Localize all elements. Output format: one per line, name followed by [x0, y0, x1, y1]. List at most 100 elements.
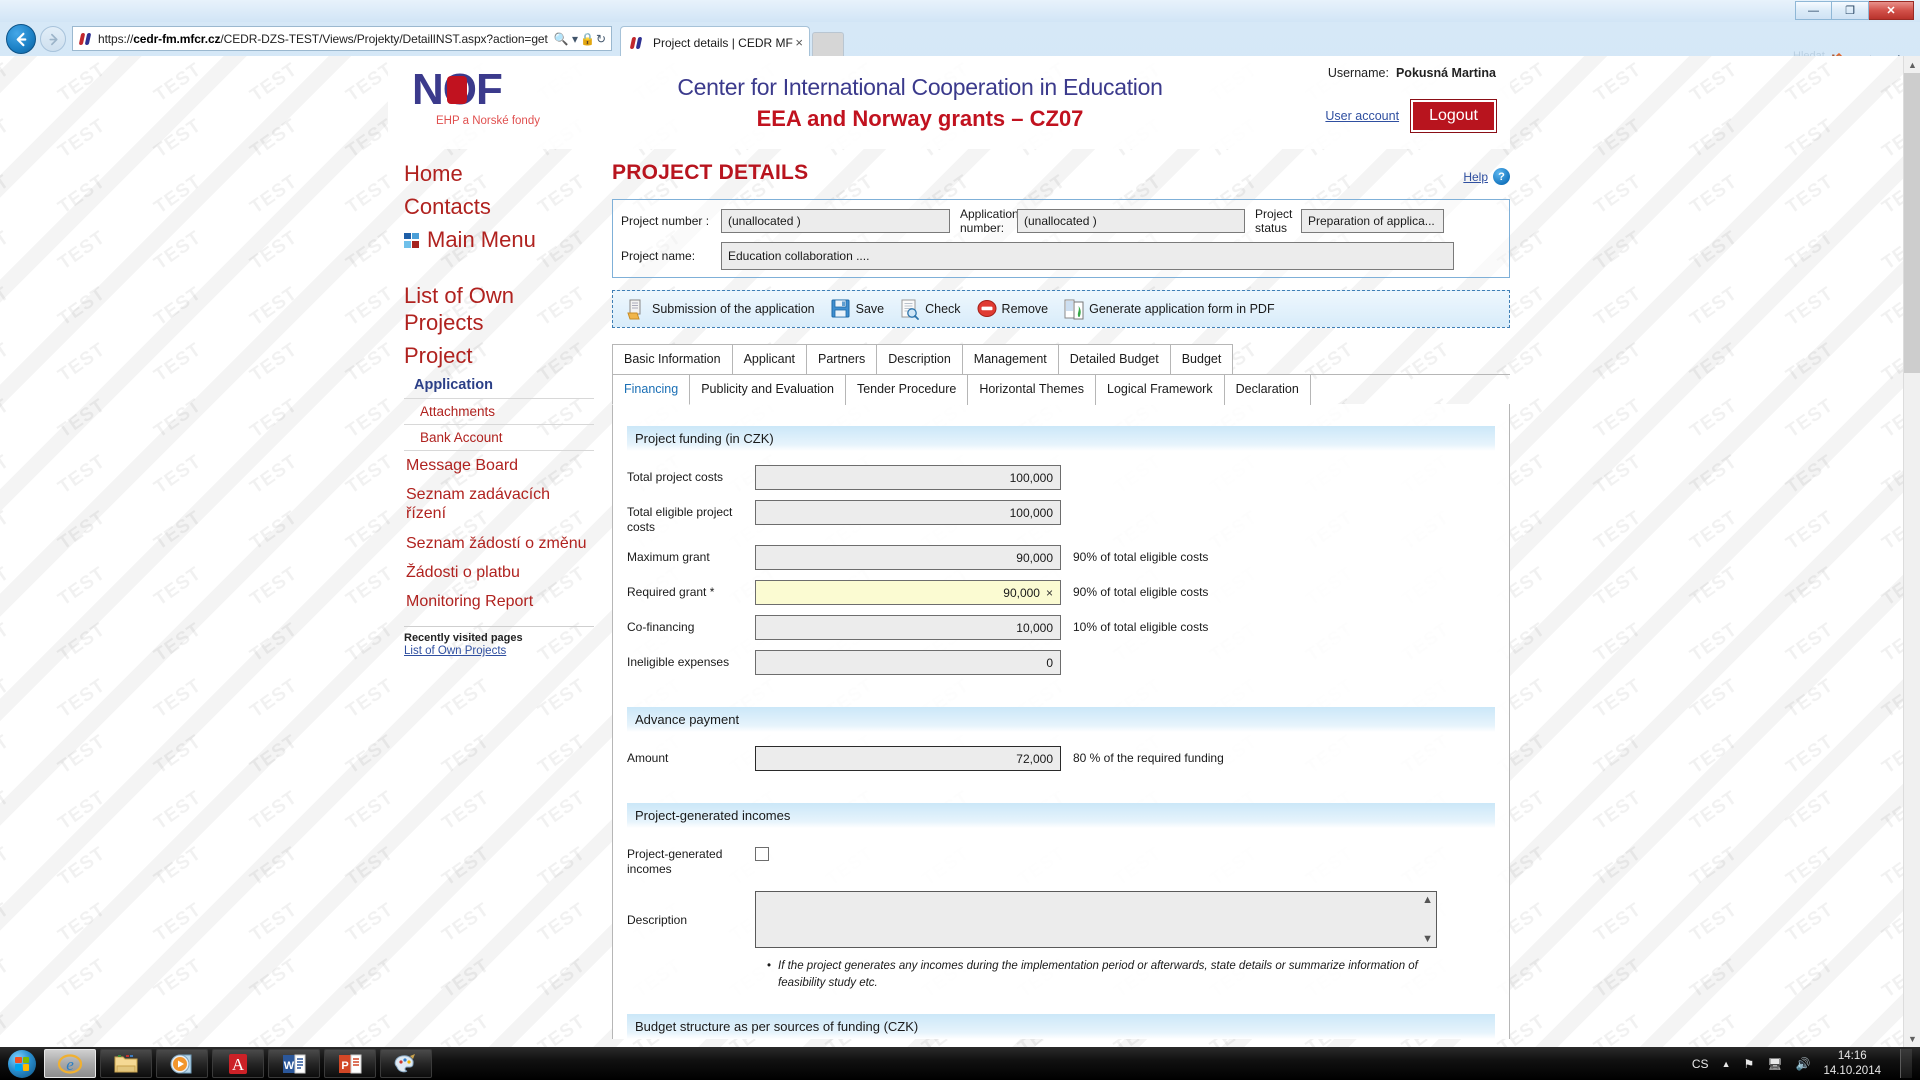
remove-button[interactable]: Remove [971, 297, 1055, 322]
nav-item-seznam-zadavacich-rizeni[interactable]: Seznam zadávacích řízení [404, 480, 594, 528]
logout-button[interactable]: Logout [1411, 100, 1496, 132]
chevron-down-icon[interactable]: ▾ [570, 32, 580, 46]
help-icon[interactable]: ? [1493, 168, 1510, 185]
nav-item-main-menu[interactable]: Main Menu [404, 227, 594, 254]
tab-basic-information[interactable]: Basic Information [612, 344, 733, 375]
taskbar-media-player[interactable] [156, 1049, 208, 1078]
internet-explorer-icon: e [57, 1053, 83, 1074]
scrollbar-thumb[interactable] [1904, 73, 1920, 373]
required-grant-input[interactable]: 90,000 × [755, 580, 1061, 606]
co-financing-input[interactable]: 10,000 [755, 615, 1061, 641]
taskbar-microsoft-powerpoint[interactable]: P [324, 1049, 376, 1078]
tab-budget[interactable]: Budget [1169, 344, 1234, 375]
tab-management[interactable]: Management [961, 344, 1059, 375]
taskbar-file-explorer[interactable] [100, 1049, 152, 1078]
tab-tender-procedure[interactable]: Tender Procedure [844, 374, 969, 406]
show-desktop-button[interactable] [1900, 1049, 1912, 1078]
taskbar-microsoft-word[interactable]: W [268, 1049, 320, 1078]
advance-amount-input[interactable]: 72,000 [755, 746, 1061, 772]
tab-row-2: Financing Publicity and Evaluation Tende… [612, 374, 1510, 406]
taskbar-paint[interactable] [380, 1049, 432, 1078]
nav-item-seznam-zadosti-o-zmenu[interactable]: Seznam žádostí o změnu [404, 529, 594, 558]
divider [404, 626, 594, 628]
taskbar-adobe-reader[interactable]: A [212, 1049, 264, 1078]
required-grant-label: Required grant * [627, 585, 715, 600]
network-icon[interactable]: 🖥 [1767, 1057, 1782, 1071]
ineligible-expenses-input[interactable]: 0 [755, 650, 1061, 676]
restore-button[interactable]: ❐ [1832, 1, 1869, 20]
description-textarea[interactable]: ▲ ▼ [755, 891, 1437, 949]
section-project-funding-heading: Project funding (in CZK) [627, 426, 1495, 452]
nav-item-zadosti-o-platbu[interactable]: Žádosti o platbu [404, 558, 594, 587]
close-button[interactable]: ✕ [1869, 1, 1914, 20]
start-button[interactable] [4, 1049, 40, 1079]
recently-visited-link[interactable]: List of Own Projects [404, 645, 594, 657]
main-content: PROJECT DETAILS Help ? Project number : … [612, 161, 1510, 1039]
project-number-field[interactable]: (unallocated ) [721, 209, 950, 234]
forward-button[interactable] [40, 26, 66, 52]
generate-pdf-label: Generate application form in PDF [1089, 302, 1275, 317]
project-generated-incomes-checkbox[interactable] [755, 847, 769, 862]
address-bar[interactable]: https://cedr-fm.mfcr.cz/CEDR-DZS-TEST/Vi… [72, 26, 612, 51]
browser-tab[interactable]: Project details | CEDR MF - ... × [620, 26, 810, 58]
project-name-field[interactable]: Education collaboration .... [721, 242, 1454, 271]
total-project-costs-input[interactable]: 100,000 [755, 465, 1061, 491]
scroll-down-arrow-icon[interactable]: ▼ [1904, 1030, 1920, 1047]
field-row-advance-amount: Amount 72,000 80 % of the required fundi… [627, 746, 1495, 772]
clock[interactable]: 14:16 14.10.2014 [1823, 1049, 1881, 1078]
language-indicator[interactable]: CS [1692, 1057, 1709, 1071]
clear-icon[interactable]: × [1046, 586, 1053, 600]
nav-item-message-board[interactable]: Message Board [404, 451, 594, 480]
tab-description[interactable]: Description [876, 344, 963, 375]
site-logo[interactable]: NOF EHP a Norské fondy [400, 68, 580, 128]
minimize-button[interactable]: — [1795, 1, 1832, 20]
application-number-field[interactable]: (unallocated ) [1017, 209, 1245, 234]
close-icon[interactable]: × [795, 35, 803, 50]
project-status-field[interactable]: Preparation of applica... [1301, 209, 1444, 234]
tab-detailed-budget[interactable]: Detailed Budget [1057, 344, 1171, 375]
chevron-up-icon[interactable]: ▲ [1422, 894, 1433, 906]
media-player-icon [170, 1054, 192, 1073]
nav-item-main-menu-label: Main Menu [427, 226, 536, 252]
svg-text:W: W [284, 1060, 295, 1072]
tab-applicant[interactable]: Applicant [731, 344, 808, 375]
refresh-icon[interactable]: ↻ [594, 32, 608, 46]
floppy-disk-icon [831, 299, 851, 320]
tab-financing[interactable]: Financing [612, 374, 691, 406]
page-scrollbar[interactable]: ▲ ▼ [1903, 56, 1920, 1047]
tab-logical-framework[interactable]: Logical Framework [1095, 374, 1225, 406]
tab-partners[interactable]: Partners [806, 344, 878, 375]
generate-pdf-button[interactable]: Generate application form in PDF [1058, 297, 1281, 322]
scroll-up-arrow-icon[interactable]: ▲ [1904, 56, 1920, 73]
nav-item-application[interactable]: Application [404, 372, 594, 399]
nav-item-home[interactable]: Home [404, 161, 594, 188]
help-block[interactable]: Help ? [1463, 168, 1510, 185]
submit-application-button[interactable]: Submission of the application [621, 297, 821, 322]
search-icon[interactable]: 🔍 [552, 32, 570, 46]
show-hidden-icons-icon[interactable]: ▲ [1722, 1059, 1731, 1069]
new-tab-button[interactable] [812, 32, 844, 58]
nav-item-bank-account[interactable]: Bank Account [404, 425, 594, 451]
back-button[interactable] [6, 24, 36, 54]
section-project-generated-incomes-heading: Project-generated incomes [627, 803, 1495, 829]
required-grant-note: 90% of total eligible costs [1073, 585, 1209, 600]
nav-item-list-of-own-projects[interactable]: List of Own Projects [404, 283, 594, 337]
total-eligible-project-costs-input[interactable]: 100,000 [755, 500, 1061, 526]
help-link[interactable]: Help [1463, 170, 1488, 184]
user-account-link[interactable]: User account [1325, 109, 1399, 123]
tab-declaration[interactable]: Declaration [1223, 374, 1311, 406]
chevron-down-icon[interactable]: ▼ [1422, 933, 1433, 945]
nav-item-contacts[interactable]: Contacts [404, 194, 594, 221]
taskbar-internet-explorer[interactable]: e [44, 1049, 96, 1078]
tab-publicity-and-evaluation[interactable]: Publicity and Evaluation [689, 374, 846, 406]
nav-item-monitoring-report[interactable]: Monitoring Report [404, 587, 594, 616]
check-button[interactable]: Check [894, 297, 966, 322]
nav-item-attachments[interactable]: Attachments [404, 399, 594, 425]
action-center-flag-icon[interactable]: ⚑ [1743, 1057, 1754, 1071]
document-magnifier-icon [900, 299, 920, 320]
save-button[interactable]: Save [825, 297, 891, 322]
nav-item-project[interactable]: Project [404, 343, 594, 370]
maximum-grant-input[interactable]: 90,000 [755, 545, 1061, 571]
tab-horizontal-themes[interactable]: Horizontal Themes [967, 374, 1096, 406]
volume-icon[interactable]: 🔊 [1795, 1057, 1810, 1071]
